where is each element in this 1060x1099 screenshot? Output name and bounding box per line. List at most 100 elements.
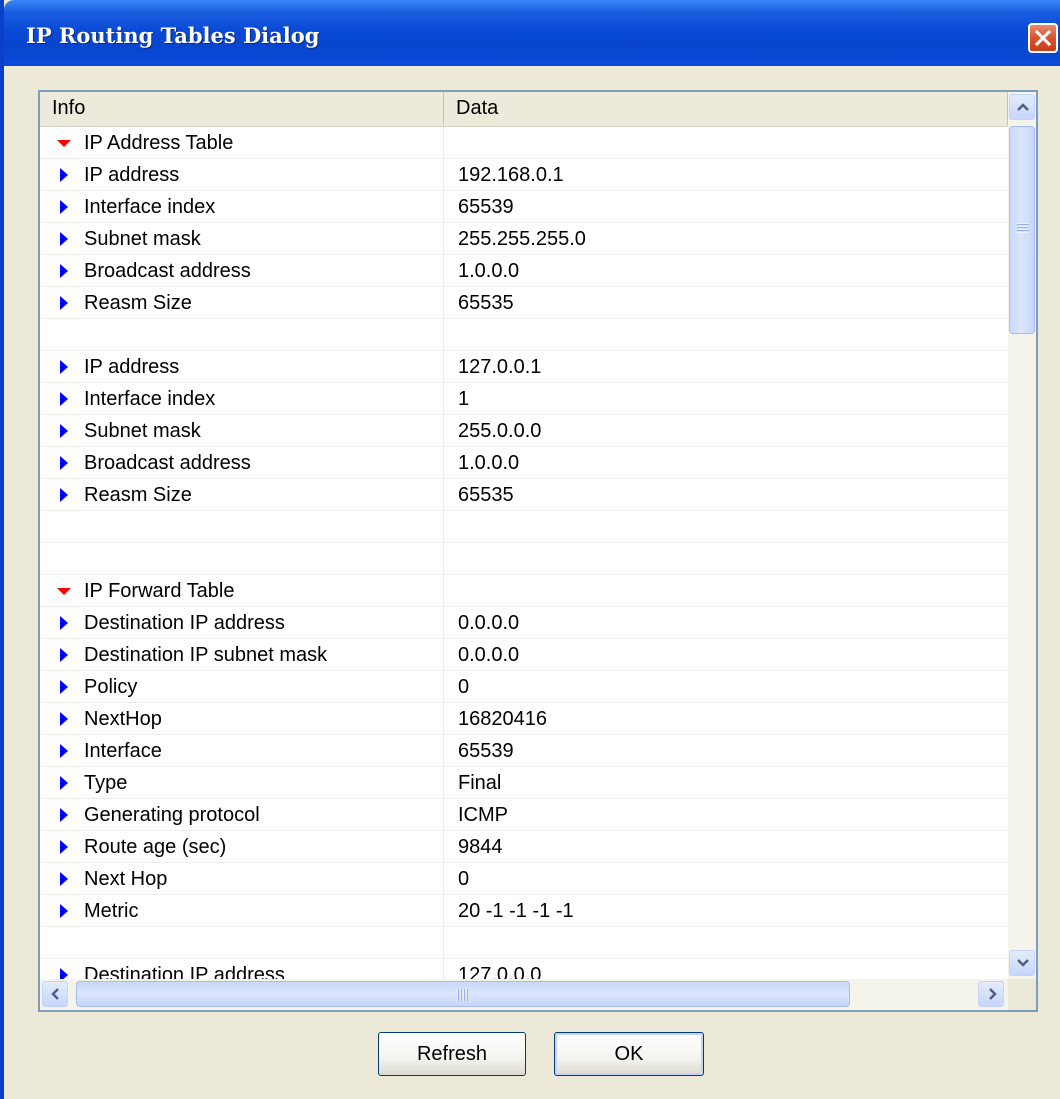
info-cell: Subnet mask bbox=[40, 223, 444, 255]
triangle-right-icon[interactable] bbox=[56, 775, 72, 791]
info-cell: Interface index bbox=[40, 383, 444, 415]
triangle-right-icon[interactable] bbox=[56, 615, 72, 631]
refresh-button[interactable]: Refresh bbox=[378, 1032, 526, 1076]
triangle-right-icon[interactable] bbox=[56, 391, 72, 407]
data-cell bbox=[444, 319, 1008, 351]
triangle-right-icon[interactable] bbox=[56, 167, 72, 183]
table-row[interactable]: Reasm Size 65535 bbox=[40, 479, 1008, 511]
title-bar[interactable]: IP Routing Tables Dialog bbox=[4, 0, 1060, 66]
table-row[interactable]: Metric 20 -1 -1 -1 -1 bbox=[40, 895, 1008, 927]
data-cell: 0 bbox=[458, 676, 470, 698]
info-cell: IP address bbox=[40, 159, 444, 191]
table-row[interactable]: Interface index 65539 bbox=[40, 191, 1008, 223]
scroll-left-button[interactable] bbox=[42, 981, 68, 1007]
table-row[interactable]: Destination IP subnet mask 0.0.0.0 bbox=[40, 639, 1008, 671]
table-row[interactable]: Destination IP address 127.0.0.0 bbox=[40, 959, 1008, 979]
info-cell: Policy bbox=[40, 671, 444, 703]
table-row[interactable]: Interface 65539 bbox=[40, 735, 1008, 767]
blank-row[interactable] bbox=[40, 319, 1008, 351]
info-cell: Type bbox=[40, 767, 444, 799]
horizontal-scrollbar[interactable] bbox=[40, 979, 1008, 1010]
triangle-right-icon[interactable] bbox=[56, 423, 72, 439]
info-label: Policy bbox=[84, 676, 138, 698]
data-cell: 255.0.0.0 bbox=[458, 420, 542, 442]
triangle-right-icon[interactable] bbox=[56, 903, 72, 919]
triangle-right-icon[interactable] bbox=[56, 455, 72, 471]
table-row[interactable]: IP address 192.168.0.1 bbox=[40, 159, 1008, 191]
table-row[interactable]: NextHop 16820416 bbox=[40, 703, 1008, 735]
table-row[interactable]: Interface index 1 bbox=[40, 383, 1008, 415]
info-label: Generating protocol bbox=[84, 804, 260, 826]
data-cell: 65535 bbox=[458, 292, 514, 314]
section-row[interactable]: IP Address Table bbox=[40, 127, 1008, 159]
info-cell: Interface index bbox=[40, 191, 444, 223]
blank-row[interactable] bbox=[40, 511, 1008, 543]
triangle-right-icon[interactable] bbox=[56, 295, 72, 311]
info-cell bbox=[40, 543, 444, 575]
close-button[interactable] bbox=[1028, 23, 1058, 53]
info-label: IP Address Table bbox=[84, 132, 234, 154]
info-label: Route age (sec) bbox=[84, 836, 227, 858]
triangle-right-icon[interactable] bbox=[56, 807, 72, 823]
data-cell bbox=[444, 575, 1008, 607]
data-cell bbox=[444, 543, 1008, 575]
info-label: Subnet mask bbox=[84, 228, 201, 250]
triangle-right-icon[interactable] bbox=[56, 263, 72, 279]
triangle-right-icon[interactable] bbox=[56, 199, 72, 215]
triangle-right-icon[interactable] bbox=[56, 487, 72, 503]
info-label: Interface index bbox=[84, 388, 216, 410]
data-cell: 0 bbox=[458, 868, 470, 890]
data-cell: ICMP bbox=[458, 804, 508, 826]
table-row[interactable]: Type Final bbox=[40, 767, 1008, 799]
data-cell: 9844 bbox=[458, 836, 503, 858]
info-cell: Destination IP address bbox=[40, 607, 444, 639]
data-cell: 1.0.0.0 bbox=[458, 260, 520, 282]
info-cell: Route age (sec) bbox=[40, 831, 444, 863]
triangle-right-icon[interactable] bbox=[56, 359, 72, 375]
table-row[interactable]: Broadcast address 1.0.0.0 bbox=[40, 255, 1008, 287]
info-label: Next Hop bbox=[84, 868, 168, 890]
scroll-right-button[interactable] bbox=[978, 981, 1004, 1007]
column-header-data[interactable]: Data bbox=[444, 92, 1008, 125]
info-cell: Broadcast address bbox=[40, 255, 444, 287]
table-row[interactable]: Route age (sec) 9844 bbox=[40, 831, 1008, 863]
vertical-scrollbar[interactable] bbox=[1008, 92, 1036, 979]
triangle-right-icon[interactable] bbox=[56, 839, 72, 855]
info-label: NextHop bbox=[84, 708, 162, 730]
table-row[interactable]: IP address 127.0.0.1 bbox=[40, 351, 1008, 383]
table-row[interactable]: Generating protocol ICMP bbox=[40, 799, 1008, 831]
scroll-up-button[interactable] bbox=[1009, 94, 1035, 120]
column-header-info[interactable]: Info bbox=[40, 92, 444, 125]
data-cell bbox=[444, 127, 1008, 159]
triangle-right-icon[interactable] bbox=[56, 647, 72, 663]
info-label: Subnet mask bbox=[84, 420, 201, 442]
info-cell: NextHop bbox=[40, 703, 444, 735]
info-label: Type bbox=[84, 772, 128, 794]
data-cell: 127.0.0.1 bbox=[458, 356, 542, 378]
scroll-down-button[interactable] bbox=[1009, 950, 1035, 976]
list-header: Info Data bbox=[40, 92, 1008, 127]
triangle-right-icon[interactable] bbox=[56, 743, 72, 759]
table-row[interactable]: Destination IP address 0.0.0.0 bbox=[40, 607, 1008, 639]
table-row[interactable]: Subnet mask 255.255.255.0 bbox=[40, 223, 1008, 255]
triangle-right-icon[interactable] bbox=[56, 871, 72, 887]
info-cell: Broadcast address bbox=[40, 447, 444, 479]
table-row[interactable]: Broadcast address 1.0.0.0 bbox=[40, 447, 1008, 479]
triangle-right-icon[interactable] bbox=[56, 711, 72, 727]
table-row[interactable]: Reasm Size 65535 bbox=[40, 287, 1008, 319]
routing-list-view[interactable]: Info Data IP Address Table IP address 192.… bbox=[38, 90, 1038, 1012]
table-row[interactable]: Next Hop 0 bbox=[40, 863, 1008, 895]
horizontal-scroll-thumb[interactable] bbox=[76, 981, 850, 1007]
blank-row[interactable] bbox=[40, 543, 1008, 575]
triangle-right-icon[interactable] bbox=[56, 231, 72, 247]
blank-row[interactable] bbox=[40, 927, 1008, 959]
triangle-down-icon[interactable] bbox=[56, 583, 72, 599]
ok-button[interactable]: OK bbox=[554, 1032, 704, 1076]
triangle-down-icon[interactable] bbox=[56, 135, 72, 151]
table-row[interactable]: Subnet mask 255.0.0.0 bbox=[40, 415, 1008, 447]
triangle-right-icon[interactable] bbox=[56, 967, 72, 979]
triangle-right-icon[interactable] bbox=[56, 679, 72, 695]
section-row[interactable]: IP Forward Table bbox=[40, 575, 1008, 607]
vertical-scroll-thumb[interactable] bbox=[1009, 126, 1035, 334]
table-row[interactable]: Policy 0 bbox=[40, 671, 1008, 703]
